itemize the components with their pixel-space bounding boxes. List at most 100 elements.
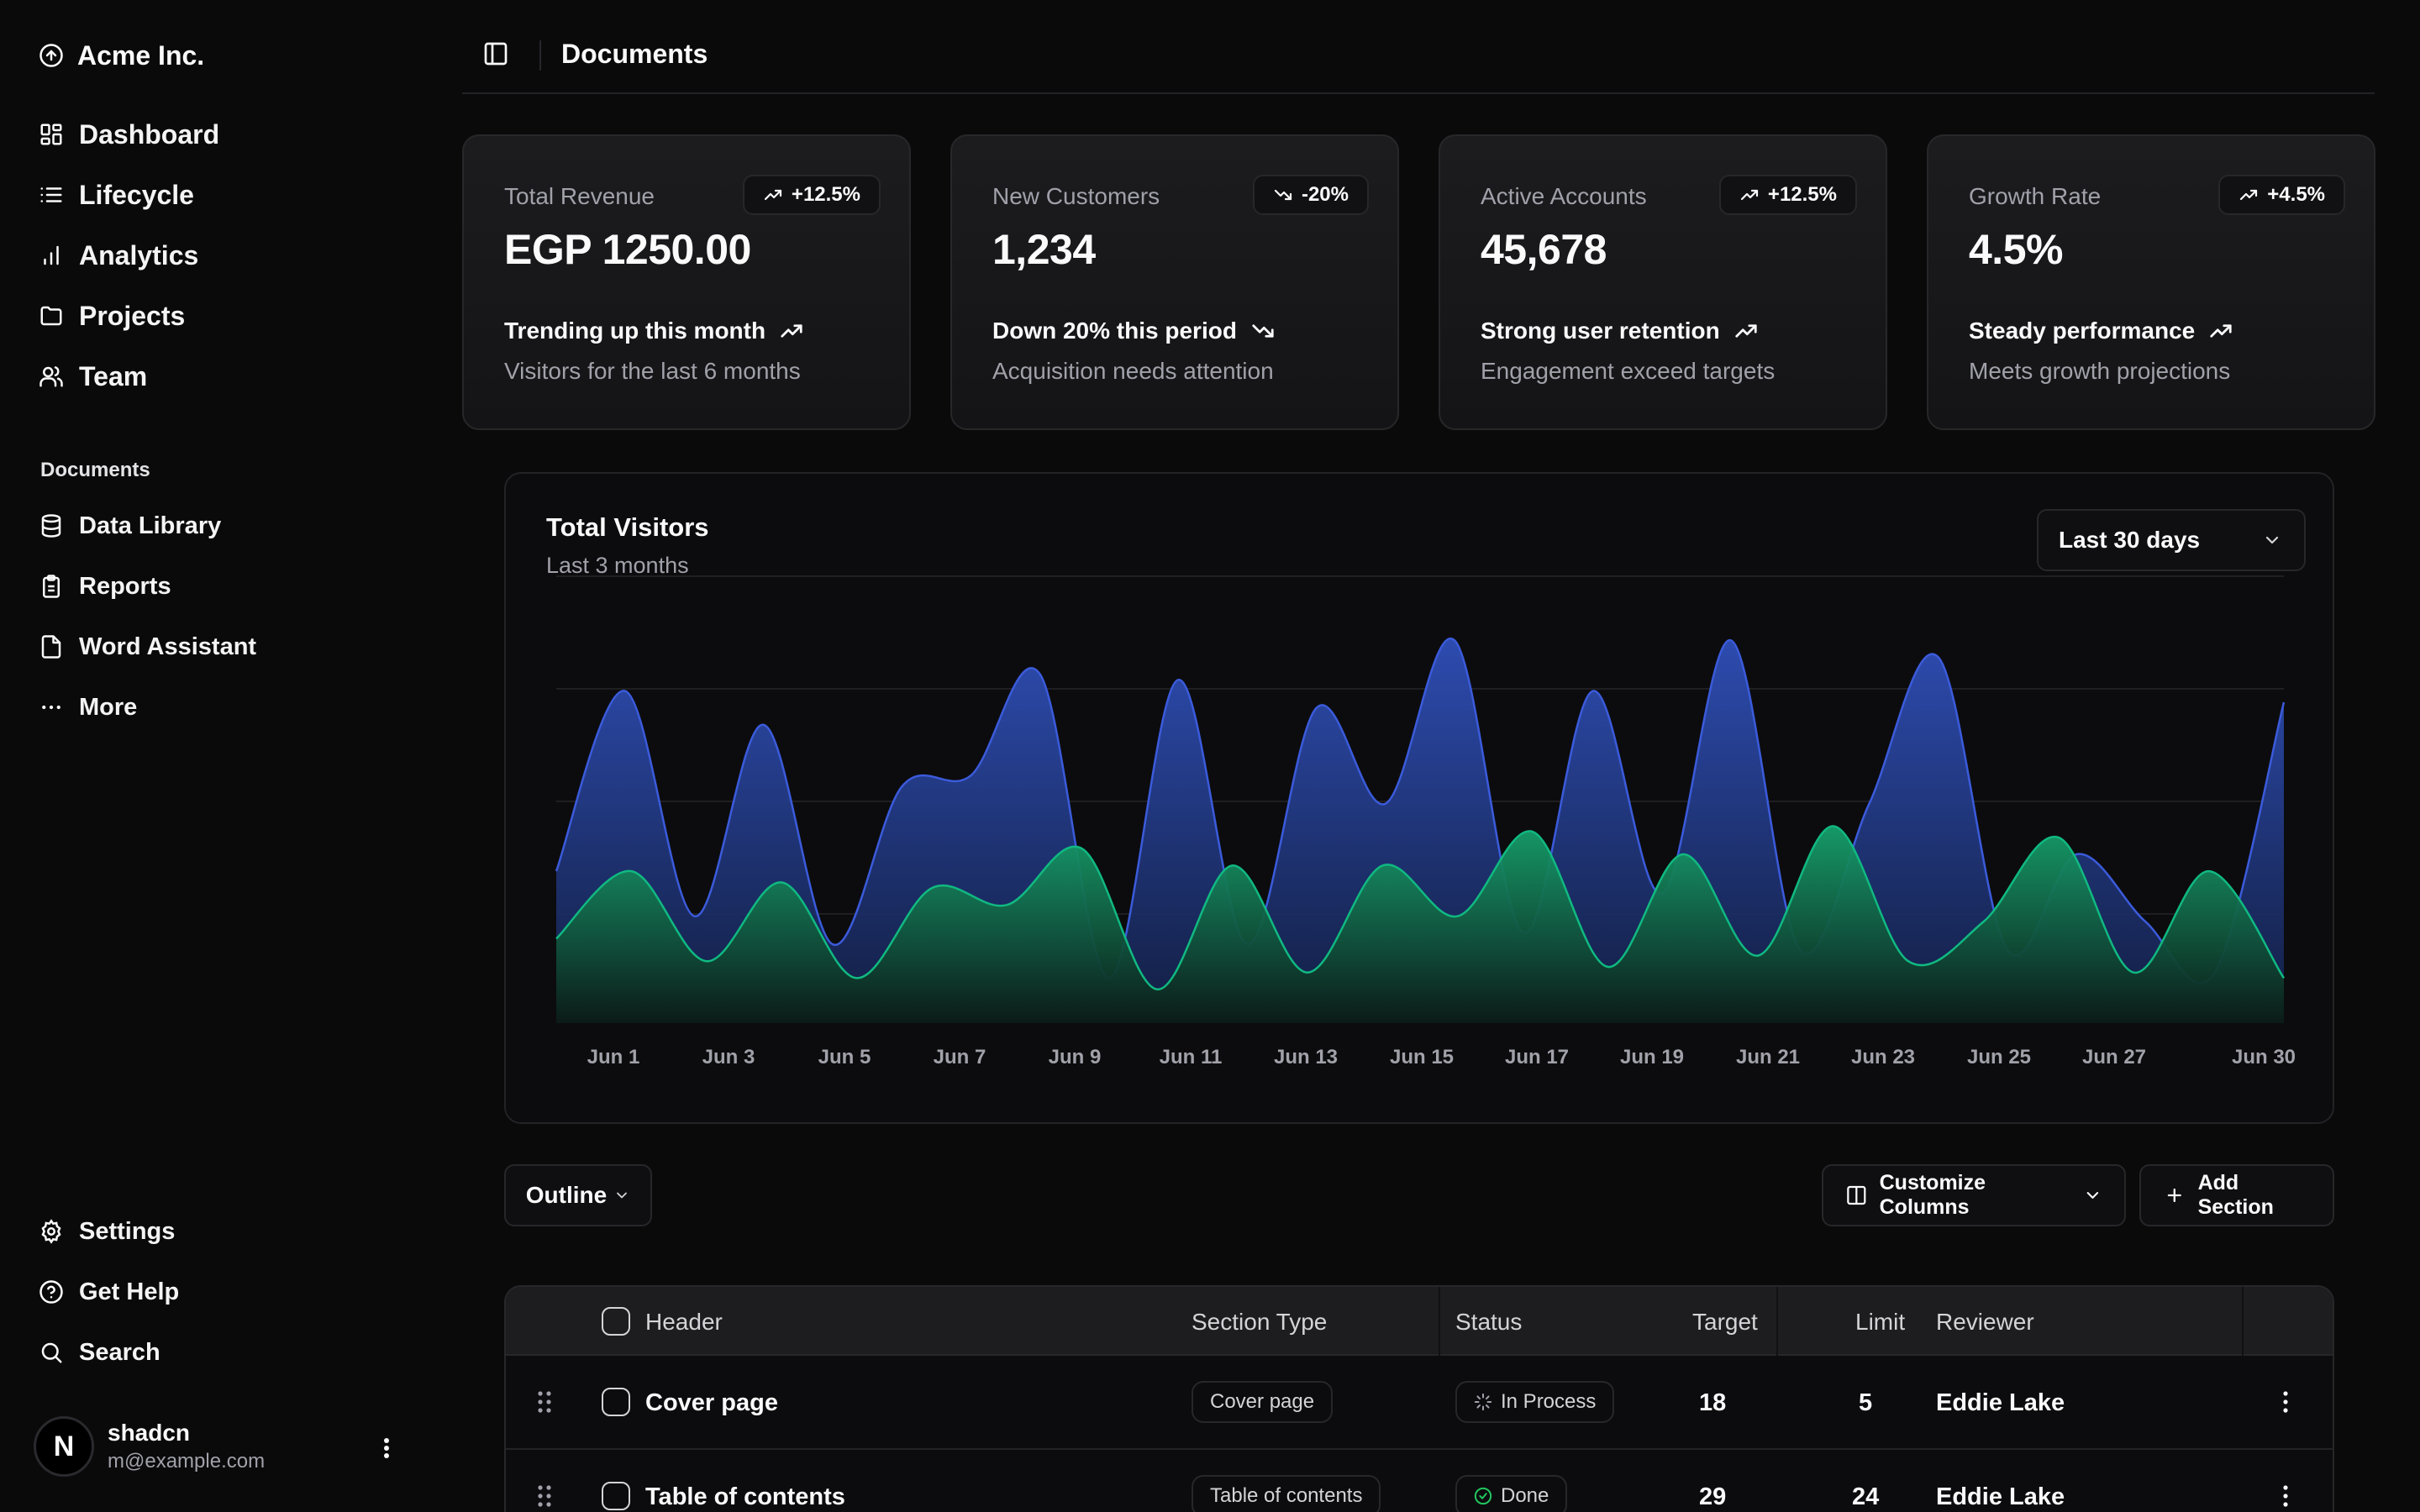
sidebar-item-team[interactable]: Team: [39, 353, 147, 400]
row-menu-icon[interactable]: [2277, 1389, 2294, 1415]
x-tick-label: Jun 23: [1851, 1046, 1915, 1068]
drag-handle-icon[interactable]: [536, 1389, 553, 1415]
x-tick-label: Jun 9: [1049, 1046, 1102, 1068]
sidebar-item-lifecycle[interactable]: Lifecycle: [39, 171, 194, 218]
trend-label: Down 20% this period: [992, 318, 1237, 344]
stat-card-active-accounts: Active Accounts +12.5% 45,678 Strong use…: [1439, 134, 1887, 430]
sidebar-toggle-icon: [484, 42, 508, 66]
sidebar-item-label: Team: [79, 360, 148, 391]
chevron-down-icon: [2086, 1192, 2099, 1199]
card-description: Meets growth projections: [1969, 358, 2231, 384]
section-type-badge: Cover page: [1192, 1381, 1334, 1423]
sidebar-item-more[interactable]: More: [39, 684, 137, 731]
documents-section-label: Documents: [40, 459, 150, 481]
date-range-select[interactable]: Last 30 days: [2037, 509, 2306, 571]
card-value: 4.5%: [1969, 226, 2063, 273]
x-tick-label: Jun 17: [1505, 1046, 1569, 1068]
trend-badge: +12.5%: [742, 175, 881, 215]
sidebar-item-projects[interactable]: Projects: [39, 292, 185, 339]
row-target[interactable]: 29: [1699, 1483, 1726, 1511]
brand-name: Acme Inc.: [77, 39, 205, 71]
sidebar-item-data-library[interactable]: Data Library: [39, 502, 221, 549]
x-tick-label: Jun 25: [1967, 1046, 2031, 1068]
search-icon: [41, 1342, 62, 1363]
sidebar-item-label: Lifecycle: [79, 179, 194, 210]
user-email: m@example.com: [108, 1450, 266, 1473]
table-header: Header Section Type Status Target Limit …: [506, 1287, 2333, 1356]
clipboard-icon: [43, 575, 60, 598]
chart-subtitle: Last 3 months: [546, 553, 689, 578]
row-checkbox[interactable]: [602, 1388, 630, 1416]
vertical-dots-icon: [384, 1438, 389, 1458]
trending-up-icon: [2240, 189, 2258, 201]
sidebar-item-reports[interactable]: Reports: [39, 563, 171, 610]
row-reviewer: Eddie Lake: [1936, 1389, 2065, 1416]
sidebar-item-label: Data Library: [79, 512, 222, 539]
stat-card-total-revenue: Total Revenue +12.5% EGP 1250.00 Trendin…: [462, 134, 911, 430]
sidebar-item-search[interactable]: Search: [39, 1329, 160, 1376]
sidebar-item-label: Search: [79, 1338, 160, 1366]
sidebar-item-label: Get Help: [79, 1278, 180, 1305]
card-value: 45,678: [1481, 226, 1607, 273]
drag-handle-icon[interactable]: [536, 1483, 553, 1509]
brand[interactable]: Acme Inc.: [39, 37, 204, 74]
card-title: Growth Rate: [1969, 183, 2102, 209]
card-description: Engagement exceed targets: [1481, 358, 1776, 384]
topbar: Documents: [462, 25, 2375, 94]
card-value: EGP 1250.00: [504, 226, 751, 273]
row-target[interactable]: 18: [1699, 1389, 1726, 1417]
users-icon: [39, 366, 63, 387]
file-icon: [41, 635, 61, 659]
row-reviewer: Eddie Lake: [1936, 1483, 2065, 1510]
sidebar-item-dashboard[interactable]: Dashboard: [39, 111, 219, 158]
row-header[interactable]: Table of contents: [645, 1483, 845, 1511]
view-select-value: Outline: [525, 1182, 608, 1208]
row-menu-icon[interactable]: [2277, 1483, 2294, 1509]
card-description: Visitors for the last 6 months: [504, 358, 801, 384]
trending-down-icon: [1274, 189, 1292, 201]
bar-chart-icon: [44, 245, 59, 265]
select-all-checkbox[interactable]: [602, 1307, 630, 1336]
row-limit[interactable]: 5: [1859, 1389, 1872, 1417]
list-icon: [40, 187, 62, 202]
badge-label: -20%: [1301, 183, 1349, 206]
dashboard-icon: [40, 123, 62, 145]
sidebar-item-get-help[interactable]: Get Help: [39, 1268, 179, 1315]
row-limit[interactable]: 24: [1852, 1483, 1879, 1511]
topbar-divider: [539, 40, 541, 71]
sidebar-item-label: Reports: [79, 572, 171, 600]
customize-columns-button[interactable]: Customize Columns: [1822, 1164, 2126, 1226]
sections-table: Header Section Type Status Target Limit …: [504, 1285, 2334, 1512]
add-section-button[interactable]: Add Section: [2139, 1164, 2334, 1226]
column-header-target[interactable]: Target: [1692, 1309, 1758, 1336]
help-icon: [39, 1280, 63, 1304]
x-tick-label: Jun 11: [1160, 1046, 1223, 1068]
row-header[interactable]: Cover page: [645, 1389, 778, 1417]
trending-down-icon: [1252, 324, 1274, 338]
column-header-limit[interactable]: Limit: [1855, 1309, 1905, 1336]
card-trend: Down 20% this period: [992, 318, 1276, 344]
column-divider: [1439, 1287, 1440, 1356]
x-tick-label: Jun 1: [587, 1046, 640, 1068]
sidebar-toggle-button[interactable]: [482, 40, 513, 71]
loader-icon: [1474, 1393, 1492, 1411]
sidebar-item-word-assistant[interactable]: Word Assistant: [39, 623, 256, 670]
column-header-status[interactable]: Status: [1455, 1309, 1522, 1336]
table-row: Table of contents Table of contents Done…: [506, 1450, 2333, 1512]
row-checkbox[interactable]: [602, 1482, 630, 1510]
database-icon: [41, 514, 61, 538]
column-header-section-type[interactable]: Section Type: [1192, 1309, 1327, 1336]
trend-badge: -20%: [1252, 175, 1369, 215]
user-profile[interactable]: N shadcn m@example.com: [34, 1416, 403, 1477]
column-header-header[interactable]: Header: [645, 1309, 723, 1336]
add-section-label: Add Section: [2197, 1171, 2274, 1219]
column-header-reviewer[interactable]: Reviewer: [1936, 1309, 2034, 1336]
user-menu-button[interactable]: [370, 1431, 403, 1465]
sidebar-item-settings[interactable]: Settings: [39, 1208, 175, 1255]
trending-up-icon: [1735, 324, 1757, 338]
sidebar-item-analytics[interactable]: Analytics: [39, 232, 198, 279]
status-label: In Process: [1501, 1390, 1597, 1413]
card-value: 1,234: [992, 226, 1096, 273]
view-select[interactable]: Outline: [504, 1164, 652, 1226]
card-trend: Trending up this month: [504, 318, 804, 344]
